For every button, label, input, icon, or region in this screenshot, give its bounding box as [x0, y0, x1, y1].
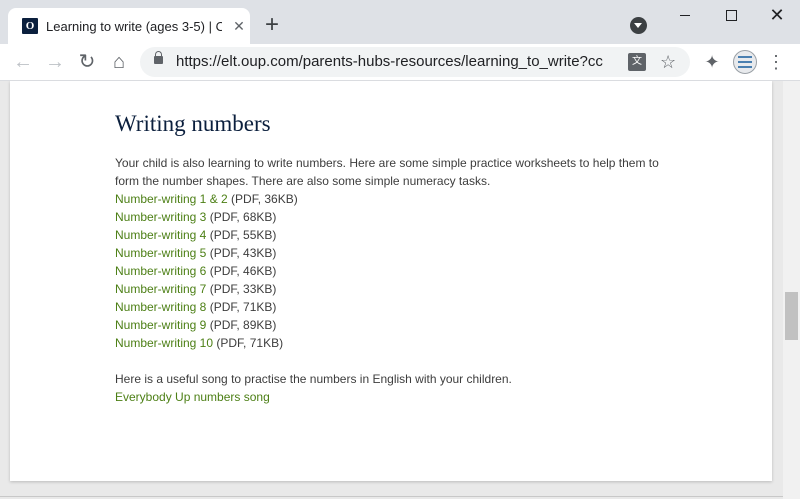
resource-item: Number-writing 6 (PDF, 46KB)	[115, 262, 675, 280]
resource-link[interactable]: Number-writing 10	[115, 336, 213, 350]
file-meta: (PDF, 71KB)	[213, 336, 284, 350]
resource-item: Number-writing 8 (PDF, 71KB)	[115, 298, 675, 316]
resource-link[interactable]: Number-writing 5	[115, 246, 206, 260]
close-window-button[interactable]: ✕	[754, 0, 800, 32]
translate-icon[interactable]: 文	[628, 53, 646, 71]
number-writing-list: Number-writing 1 & 2 (PDF, 36KB) Number-…	[115, 190, 675, 352]
resource-link[interactable]: Number-writing 1 & 2	[115, 192, 228, 206]
reload-button[interactable]: ↻	[72, 47, 102, 77]
lock-icon[interactable]	[154, 51, 163, 64]
avatar[interactable]	[733, 50, 757, 74]
resource-item: Number-writing 10 (PDF, 71KB)	[115, 334, 675, 352]
file-meta: (PDF, 89KB)	[206, 318, 277, 332]
resource-item: Number-writing 5 (PDF, 43KB)	[115, 244, 675, 262]
file-meta: (PDF, 68KB)	[206, 210, 277, 224]
browser-toolbar: ← → ↻ ⌂ https://elt.oup.com/parents-hubs…	[0, 44, 800, 81]
resource-link[interactable]: Number-writing 6	[115, 264, 206, 278]
close-tab-icon[interactable]: ✕	[230, 17, 248, 35]
section-heading: Writing numbers	[115, 111, 271, 136]
song-link[interactable]: Everybody Up numbers song	[115, 390, 270, 404]
resource-link[interactable]: Number-writing 8	[115, 300, 206, 314]
address-bar[interactable]: https://elt.oup.com/parents-hubs-resourc…	[140, 47, 690, 77]
resource-item: Number-writing 1 & 2 (PDF, 36KB)	[115, 190, 675, 208]
resource-link[interactable]: Number-writing 7	[115, 282, 206, 296]
page-viewport: Writing numbers Your child is also learn…	[0, 81, 800, 499]
song-paragraph: Here is a useful song to practise the nu…	[115, 372, 512, 386]
resource-item: Number-writing 3 (PDF, 68KB)	[115, 208, 675, 226]
file-meta: (PDF, 46KB)	[206, 264, 277, 278]
tab-strip: O Learning to write (ages 3-5) | Ox ✕ + …	[0, 0, 800, 44]
scrollbar-thumb[interactable]	[785, 292, 798, 340]
file-meta: (PDF, 71KB)	[206, 300, 277, 314]
browser-tab[interactable]: O Learning to write (ages 3-5) | Ox ✕	[8, 8, 250, 44]
resource-link[interactable]: Number-writing 4	[115, 228, 206, 242]
resource-item: Number-writing 7 (PDF, 33KB)	[115, 280, 675, 298]
resource-item: Number-writing 4 (PDF, 55KB)	[115, 226, 675, 244]
url-text[interactable]: https://elt.oup.com/parents-hubs-resourc…	[176, 53, 620, 70]
forward-button[interactable]: →	[40, 47, 70, 77]
file-meta: (PDF, 55KB)	[206, 228, 277, 242]
back-button[interactable]: ←	[8, 47, 38, 77]
maximize-button[interactable]	[708, 0, 754, 32]
resource-item: Number-writing 9 (PDF, 89KB)	[115, 316, 675, 334]
puzzle-icon[interactable]: ✦	[700, 50, 724, 74]
star-icon[interactable]: ☆	[660, 50, 676, 74]
tab-search-icon[interactable]	[630, 17, 647, 34]
file-meta: (PDF, 33KB)	[206, 282, 277, 296]
vertical-scrollbar[interactable]	[783, 81, 800, 499]
article-content: Writing numbers Your child is also learn…	[115, 109, 675, 406]
minimize-button[interactable]	[662, 0, 708, 32]
resource-link[interactable]: Number-writing 3	[115, 210, 206, 224]
new-tab-button[interactable]: +	[258, 12, 286, 40]
oxford-logo-icon: O	[22, 18, 38, 34]
page-divider	[0, 496, 800, 497]
content-card: Writing numbers Your child is also learn…	[10, 81, 772, 481]
tab-title[interactable]: Learning to write (ages 3-5) | Ox	[46, 19, 222, 34]
home-button[interactable]: ⌂	[104, 47, 134, 77]
resource-link[interactable]: Number-writing 9	[115, 318, 206, 332]
kebab-menu-icon[interactable]: ⋮	[766, 50, 786, 74]
intro-paragraph: Your child is also learning to write num…	[115, 156, 659, 188]
file-meta: (PDF, 43KB)	[206, 246, 277, 260]
file-meta: (PDF, 36KB)	[227, 192, 298, 206]
